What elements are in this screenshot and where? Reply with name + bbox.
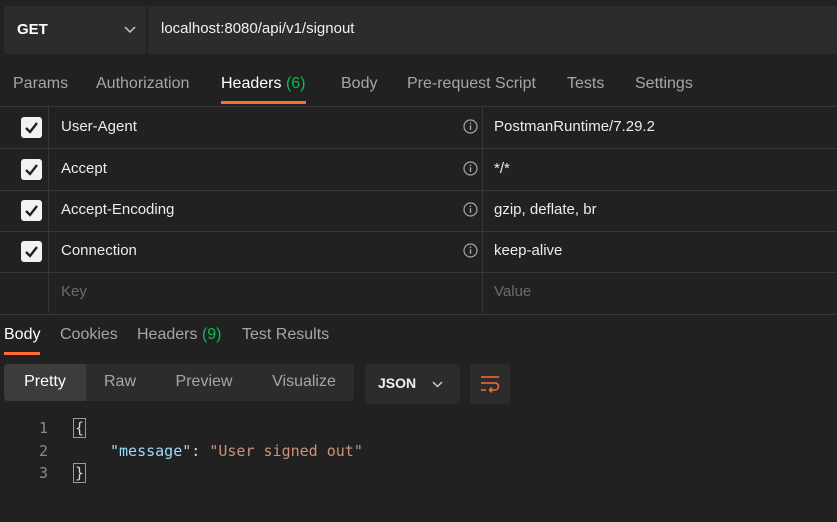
line-number: 2 bbox=[38, 442, 48, 460]
header-row: Accept-Encoding gzip, deflate, br bbox=[0, 190, 837, 232]
new-header-row: Key Value bbox=[0, 272, 837, 313]
raw-button[interactable]: Raw bbox=[86, 364, 154, 401]
json-key: "message" bbox=[110, 442, 192, 460]
checkbox-cell bbox=[0, 272, 49, 313]
active-tab-indicator bbox=[221, 101, 306, 104]
chevron-down-icon bbox=[124, 26, 136, 34]
header-checkbox[interactable] bbox=[21, 159, 42, 180]
info-icon[interactable] bbox=[463, 243, 478, 258]
checkbox-cell bbox=[0, 231, 49, 272]
tab-headers-count: (6) bbox=[285, 75, 306, 92]
method-select[interactable]: GET bbox=[4, 6, 146, 54]
pretty-button[interactable]: Pretty bbox=[4, 364, 86, 401]
line-number: 3 bbox=[38, 464, 48, 482]
checkbox-cell bbox=[0, 190, 49, 231]
tab-response-headers-label: Headers bbox=[137, 326, 198, 343]
json-colon: : bbox=[191, 442, 210, 460]
wrap-lines-button[interactable] bbox=[470, 364, 510, 404]
view-mode-group: Pretty Raw Preview Visualize bbox=[4, 364, 354, 401]
header-row: Connection keep-alive bbox=[0, 231, 837, 273]
header-row: Accept */* bbox=[0, 149, 837, 191]
line-number: 1 bbox=[38, 419, 48, 437]
close-brace[interactable]: } bbox=[73, 463, 87, 483]
request-tabs: Params Authorization Headers (6) Body Pr… bbox=[0, 62, 837, 107]
key-cell[interactable] bbox=[48, 272, 483, 313]
checkmark-icon bbox=[25, 205, 38, 217]
header-checkbox[interactable] bbox=[21, 241, 42, 262]
tab-headers[interactable]: Headers (6) bbox=[221, 75, 306, 104]
chevron-down-icon bbox=[432, 381, 443, 388]
info-icon[interactable] bbox=[463, 119, 478, 134]
checkbox-cell bbox=[0, 149, 49, 190]
open-brace[interactable]: { bbox=[73, 418, 87, 438]
header-key: Accept-Encoding bbox=[61, 201, 175, 218]
json-value: "User signed out" bbox=[209, 442, 363, 460]
header-key: Connection bbox=[61, 242, 137, 259]
url-bar: GET localhost:8080/api/v1/signout bbox=[0, 0, 837, 62]
header-value[interactable]: */* bbox=[494, 160, 510, 177]
tab-cookies[interactable]: Cookies bbox=[60, 326, 118, 344]
header-checkbox[interactable] bbox=[21, 117, 42, 138]
tab-response-body-label: Body bbox=[4, 326, 41, 343]
header-row: User-Agent PostmanRuntime/7.29.2 bbox=[0, 107, 837, 149]
preview-button[interactable]: Preview bbox=[154, 364, 254, 401]
visualize-button[interactable]: Visualize bbox=[254, 364, 354, 401]
header-value[interactable]: keep-alive bbox=[494, 242, 562, 259]
tab-response-body[interactable]: Body bbox=[4, 326, 41, 355]
header-key: User-Agent bbox=[61, 118, 137, 135]
checkbox-cell bbox=[0, 107, 49, 148]
key-placeholder[interactable]: Key bbox=[61, 283, 87, 300]
tab-headers-label: Headers bbox=[221, 75, 282, 92]
header-checkbox[interactable] bbox=[21, 200, 42, 221]
info-icon[interactable] bbox=[463, 202, 478, 217]
tab-response-headers-count: (9) bbox=[201, 326, 222, 343]
response-tabs: Body Cookies Headers (9) Test Results bbox=[0, 314, 837, 355]
format-label: JSON bbox=[378, 375, 417, 391]
checkmark-icon bbox=[25, 246, 38, 258]
tab-settings[interactable]: Settings bbox=[635, 75, 693, 93]
wrap-lines-icon bbox=[481, 376, 500, 394]
tab-body[interactable]: Body bbox=[341, 75, 377, 93]
info-icon[interactable] bbox=[463, 161, 478, 176]
header-value[interactable]: PostmanRuntime/7.29.2 bbox=[494, 118, 655, 135]
key-cell[interactable] bbox=[48, 149, 483, 190]
tab-authorization[interactable]: Authorization bbox=[96, 75, 189, 93]
tab-params[interactable]: Params bbox=[13, 75, 68, 93]
tab-tests[interactable]: Tests bbox=[567, 75, 604, 93]
value-placeholder[interactable]: Value bbox=[494, 283, 531, 300]
header-value[interactable]: gzip, deflate, br bbox=[494, 201, 597, 218]
header-key: Accept bbox=[61, 160, 107, 177]
tab-prerequest-script[interactable]: Pre-request Script bbox=[407, 75, 536, 93]
tab-response-headers[interactable]: Headers (9) bbox=[137, 326, 222, 344]
checkmark-icon bbox=[25, 122, 38, 134]
checkmark-icon bbox=[25, 164, 38, 176]
url-input[interactable]: localhost:8080/api/v1/signout bbox=[148, 6, 837, 54]
json-line: "message": "User signed out" bbox=[110, 442, 363, 460]
active-tab-indicator bbox=[4, 352, 41, 355]
format-select[interactable]: JSON bbox=[365, 364, 460, 404]
tab-test-results[interactable]: Test Results bbox=[242, 326, 329, 344]
method-label: GET bbox=[17, 21, 48, 38]
